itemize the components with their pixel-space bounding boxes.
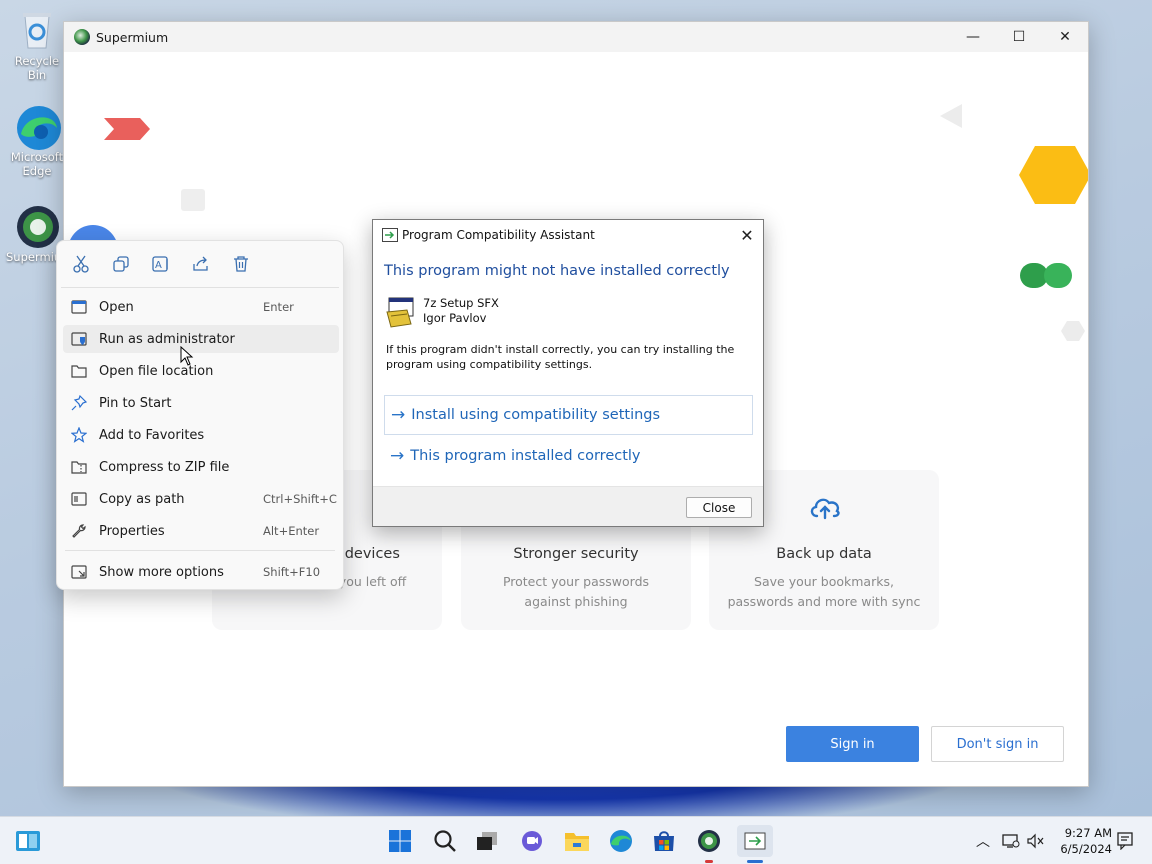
menu-item-run-as-administrator[interactable]: Run as administrator <box>63 325 339 353</box>
microsoft-store-icon[interactable] <box>648 825 680 857</box>
supermium-logo-icon <box>74 29 90 45</box>
desktop-icon-edge[interactable]: Microsoft Edge <box>6 104 68 178</box>
clock-time: 9:27 AM <box>1064 826 1112 840</box>
mouse-cursor-icon <box>180 346 194 366</box>
notification-icon[interactable] <box>1112 825 1138 857</box>
menu-item-open[interactable]: Open Enter <box>63 293 339 321</box>
program-name: 7z Setup SFX <box>423 296 499 310</box>
network-icon[interactable] <box>998 833 1024 849</box>
widgets-icon[interactable] <box>12 825 44 857</box>
arrow-right-icon: → <box>390 446 405 466</box>
copy-icon[interactable] <box>109 252 133 276</box>
menu-item-pin-to-start[interactable]: Pin to Start <box>63 389 339 417</box>
delete-icon[interactable] <box>229 252 253 276</box>
dialog-titlebar[interactable]: Program Compatibility Assistant ✕ <box>373 220 763 250</box>
menu-item-copy-as-path[interactable]: Copy as path Ctrl+Shift+C <box>63 485 339 513</box>
edge-icon <box>15 104 61 150</box>
context-menu: A Open Enter Run as administrator Open f… <box>56 240 344 590</box>
dont-sign-in-button[interactable]: Don't sign in <box>931 726 1064 762</box>
card-title: Stronger security <box>513 546 639 562</box>
cut-icon[interactable] <box>69 252 93 276</box>
decorative-gray-hexagon <box>1061 321 1085 341</box>
supermium-taskbar-icon[interactable] <box>693 825 725 863</box>
card-description: Protect your passwords against phishing <box>502 574 650 609</box>
dialog-body-text: If this program didn't install correctly… <box>386 343 735 371</box>
menu-item-open-file-location[interactable]: Open file location <box>63 357 339 385</box>
decorative-green-pill <box>1020 263 1072 288</box>
dialog-close-button[interactable]: Close <box>686 497 752 518</box>
decorative-gray-square <box>181 189 205 211</box>
installed-correctly-option[interactable]: → This program installed correctly <box>384 436 753 476</box>
search-icon[interactable] <box>429 825 461 857</box>
window-title: Supermium <box>96 29 169 45</box>
decorative-red-chevron <box>104 118 150 140</box>
program-publisher: Igor Pavlov <box>423 311 487 325</box>
desktop-icon-recycle-bin[interactable]: Recycle Bin <box>6 8 68 82</box>
rename-icon[interactable]: A <box>149 252 173 276</box>
task-view-icon[interactable] <box>471 825 503 857</box>
maximize-button[interactable]: ☐ <box>996 22 1042 52</box>
close-button[interactable]: ✕ <box>1042 22 1088 52</box>
desktop-icon-label: Microsoft Edge <box>10 150 64 178</box>
install-compatibility-option[interactable]: → Install using compatibility settings <box>384 395 753 435</box>
desktop-icon-label: Recycle Bin <box>14 54 60 82</box>
card-description: Save your bookmarks, passwords and more … <box>727 574 921 609</box>
menu-item-compress-to-zip[interactable]: Compress to ZIP file <box>63 453 339 481</box>
svg-text:A: A <box>155 260 162 271</box>
menu-item-add-to-favorites[interactable]: Add to Favorites <box>63 421 339 449</box>
taskbar: ︿ 9:27 AM 6/5/2024 <box>0 816 1152 864</box>
start-icon[interactable] <box>384 825 416 857</box>
supermium-icon <box>15 204 59 248</box>
open-icon <box>69 297 89 317</box>
share-icon[interactable] <box>189 252 213 276</box>
more-options-icon <box>69 562 89 582</box>
dialog-title: Program Compatibility Assistant <box>402 228 595 242</box>
menu-item-properties[interactable]: Properties Alt+Enter <box>63 517 339 545</box>
edge-taskbar-icon[interactable] <box>605 825 637 857</box>
program-info: 7z Setup SFX Igor Pavlov <box>385 296 499 328</box>
compatibility-assistant-taskbar-icon[interactable] <box>737 825 773 863</box>
clock-date: 6/5/2024 <box>1060 842 1112 856</box>
decorative-yellow-hexagon <box>1019 146 1088 204</box>
shield-icon <box>69 329 89 349</box>
zip-icon <box>69 457 89 477</box>
dialog-heading: This program might not have installed co… <box>384 263 730 279</box>
menu-separator <box>65 550 335 551</box>
installer-package-icon <box>385 296 415 328</box>
copy-path-icon <box>69 489 89 509</box>
card-title: Back up data <box>776 546 872 562</box>
dialog-footer: Close <box>373 486 763 526</box>
minimize-button[interactable]: — <box>950 22 996 52</box>
chat-icon[interactable] <box>516 825 548 857</box>
context-menu-toolbar: A <box>57 241 343 287</box>
decorative-gray-triangle <box>940 104 962 128</box>
volume-muted-icon[interactable] <box>1024 833 1046 849</box>
wrench-icon <box>69 521 89 541</box>
recycle-bin-icon <box>15 8 59 52</box>
menu-item-show-more-options[interactable]: Show more options Shift+F10 <box>63 558 339 586</box>
window-titlebar[interactable]: Supermium — ☐ ✕ <box>64 22 1088 52</box>
sign-in-button[interactable]: Sign in <box>786 726 919 762</box>
cloud-upload-icon <box>810 498 840 520</box>
dialog-app-icon <box>382 228 398 242</box>
star-icon <box>69 425 89 445</box>
arrow-right-icon: → <box>391 405 406 425</box>
folder-icon <box>69 361 89 381</box>
system-tray: ︿ <box>974 817 1046 864</box>
pin-icon <box>69 393 89 413</box>
file-explorer-icon[interactable] <box>561 825 593 857</box>
menu-separator <box>61 287 339 288</box>
dialog-close-icon[interactable]: ✕ <box>731 220 763 250</box>
clock[interactable]: 9:27 AM 6/5/2024 <box>1060 825 1112 857</box>
program-compatibility-dialog: Program Compatibility Assistant ✕ This p… <box>372 219 764 527</box>
chevron-up-icon[interactable]: ︿ <box>974 831 992 851</box>
